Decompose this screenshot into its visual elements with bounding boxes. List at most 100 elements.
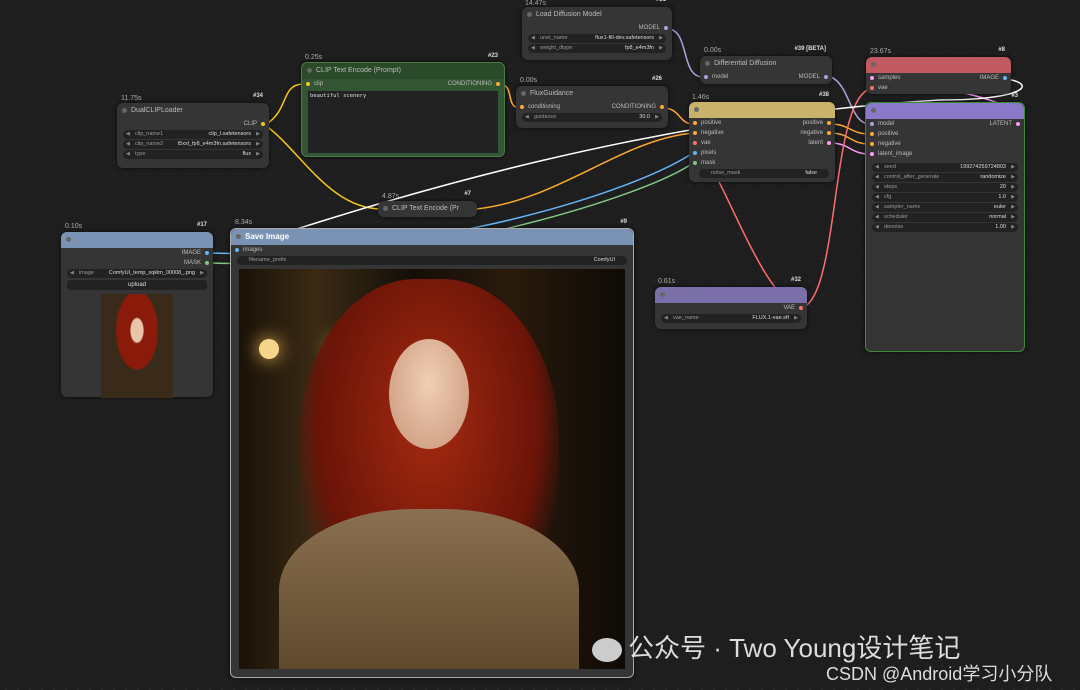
socket-icon[interactable] <box>693 121 697 125</box>
socket-icon[interactable] <box>870 86 874 90</box>
prompt-textarea[interactable]: beautiful scenery <box>308 91 498 153</box>
input-conditioning[interactable]: conditioning CONDITIONING <box>516 102 668 112</box>
node-vae-decode[interactable]: #8 VAE Decode samples IMAGE vae <box>866 47 1011 94</box>
socket-icon[interactable] <box>520 105 524 109</box>
socket-icon[interactable] <box>693 161 697 165</box>
output-label: negative <box>800 130 823 136</box>
timing-flux-guid: 0.00s <box>520 77 538 84</box>
input-clip[interactable]: clip CONDITIONING <box>302 79 504 89</box>
socket-icon[interactable] <box>693 141 697 145</box>
input-vae[interactable]: vae <box>866 83 1011 93</box>
widget-cfg[interactable]: cfg 1.0 <box>872 193 1018 202</box>
socket-icon[interactable] <box>870 142 874 146</box>
timing-clip-pos: 0.25s <box>305 54 323 61</box>
widget-steps[interactable]: steps 20 <box>872 183 1018 192</box>
socket-icon[interactable] <box>1003 76 1007 80</box>
widget-scheduler[interactable]: scheduler normal <box>872 213 1018 222</box>
node-title: Differential Diffusion <box>700 56 832 72</box>
output-mask[interactable]: MASK <box>61 258 213 268</box>
widget-vae-name[interactable]: vae_name FLUX.1-vae.sft <box>661 314 801 323</box>
node-clip-text-encode-positive[interactable]: #23 CLIP Text Encode (Prompt) clip CONDIT… <box>301 53 505 157</box>
node-id: #38 <box>818 92 829 98</box>
socket-icon[interactable] <box>870 76 874 80</box>
widget-control-after-generate[interactable]: control_after_generate randomize <box>872 173 1018 182</box>
socket-icon[interactable] <box>205 251 209 255</box>
socket-icon[interactable] <box>261 122 265 126</box>
input-samples[interactable]: samples IMAGE <box>866 73 1011 83</box>
socket-icon[interactable] <box>1016 122 1020 126</box>
wire-neg-ks <box>829 132 871 145</box>
input-positive[interactable]: positive positive <box>689 118 835 128</box>
widget-guidance[interactable]: guidance 30.0 <box>522 113 662 122</box>
widget-seed[interactable]: seed 199274259724803 <box>872 163 1018 172</box>
input-mask[interactable]: mask <box>689 158 835 168</box>
node-differential-diffusion[interactable]: #39 [BETA] Differential Diffusion model M… <box>700 46 832 84</box>
widget-clip-name2[interactable]: clip_name2 t5xxl_fp8_e4m3fn.safetensors <box>123 140 263 149</box>
node-load-image[interactable]: #17 Load Image IMAGE MASK image ComfyUI_t… <box>61 222 213 398</box>
input-positive[interactable]: positive <box>866 129 1024 139</box>
input-label: latent_image <box>878 151 913 157</box>
socket-icon[interactable] <box>660 105 664 109</box>
output-vae[interactable]: VAE <box>655 303 807 313</box>
node-ksampler[interactable]: #3 KSampler model LATENT positive negativ… <box>865 93 1025 352</box>
output-image[interactable]: IMAGE <box>61 248 213 258</box>
node-inpaint-model-conditioning[interactable]: #38 InpaintModelConditioning positive pos… <box>689 92 835 182</box>
socket-icon[interactable] <box>827 141 831 145</box>
node-dual-clip-loader[interactable]: #34 DualCLIPLoader CLIP clip_name1 clip_l… <box>117 93 269 168</box>
input-label: vae <box>878 85 888 91</box>
input-images[interactable]: images <box>231 245 633 255</box>
socket-icon[interactable] <box>496 82 500 86</box>
node-save-image[interactable]: #9 Save Image images filename_prefix Comf… <box>230 219 634 678</box>
widget-image[interactable]: image ComfyUI_temp_xqklm_00008_.png <box>67 269 207 278</box>
portrait-sweater <box>279 509 579 669</box>
node-title: KSampler <box>866 103 1024 119</box>
socket-icon[interactable] <box>704 75 708 79</box>
widget-weight-dtype[interactable]: weight_dtype fp8_e4m3fn <box>528 44 666 53</box>
input-vae[interactable]: vae latent <box>689 138 835 148</box>
socket-icon[interactable] <box>870 152 874 156</box>
socket-icon[interactable] <box>799 306 803 310</box>
input-model[interactable]: model LATENT <box>866 119 1024 129</box>
socket-icon[interactable] <box>693 131 697 135</box>
socket-icon[interactable] <box>693 151 697 155</box>
socket-icon[interactable] <box>827 131 831 135</box>
node-load-vae[interactable]: #32 Load VAE VAE vae_name FLUX.1-vae.sft <box>655 277 807 329</box>
socket-icon[interactable] <box>870 122 874 126</box>
widget-value: 1.00 <box>995 224 1006 230</box>
widget-clip-name1[interactable]: clip_name1 clip_l.safetensors <box>123 130 263 139</box>
input-negative[interactable]: negative negative <box>689 128 835 138</box>
output-label: MODEL <box>638 25 660 31</box>
node-id: #8 <box>998 47 1005 53</box>
widget-value: normal <box>989 214 1006 220</box>
node-load-diffusion-model[interactable]: #31 Load Diffusion Model MODEL unet_name… <box>522 0 672 60</box>
socket-icon[interactable] <box>235 248 239 252</box>
widget-value: fp8_e4m3fn <box>624 45 654 51</box>
output-model[interactable]: MODEL <box>522 23 672 33</box>
bokeh-light <box>259 339 279 359</box>
input-label: pixels <box>701 150 717 156</box>
node-title: CLIP Text Encode (Pr <box>378 201 477 217</box>
socket-icon[interactable] <box>205 261 209 265</box>
wire-model-diff <box>667 28 704 78</box>
node-flux-guidance[interactable]: #26 FluxGuidance conditioning CONDITIONIN… <box>516 76 668 128</box>
widget-unet-name[interactable]: unet_name flux1-fill-dev.safetensors <box>528 34 666 43</box>
socket-icon[interactable] <box>306 82 310 86</box>
widget-noise-mask[interactable]: noise_mask false <box>699 169 829 178</box>
input-pixels[interactable]: pixels <box>689 148 835 158</box>
upload-button[interactable]: upload <box>67 280 207 290</box>
socket-icon[interactable] <box>870 132 874 136</box>
output-clip[interactable]: CLIP <box>117 119 269 129</box>
widget-type[interactable]: type flux <box>123 150 263 159</box>
socket-icon[interactable] <box>824 75 828 79</box>
socket-icon[interactable] <box>827 121 831 125</box>
widget-sampler-name[interactable]: sampler_name euler <box>872 203 1018 212</box>
node-clip-text-encode-negative[interactable]: #7 CLIP Text Encode (Pr <box>378 191 477 217</box>
input-negative[interactable]: negative <box>866 139 1024 149</box>
input-model[interactable]: model MODEL <box>700 72 832 82</box>
output-label: IMAGE <box>979 75 999 81</box>
socket-icon[interactable] <box>664 26 668 30</box>
input-latent-image[interactable]: latent_image <box>866 149 1024 159</box>
widget-value: 20 <box>999 184 1006 190</box>
widget-filename-prefix[interactable]: filename_prefix ComfyUI <box>237 256 627 265</box>
widget-denoise[interactable]: denoise 1.00 <box>872 223 1018 232</box>
